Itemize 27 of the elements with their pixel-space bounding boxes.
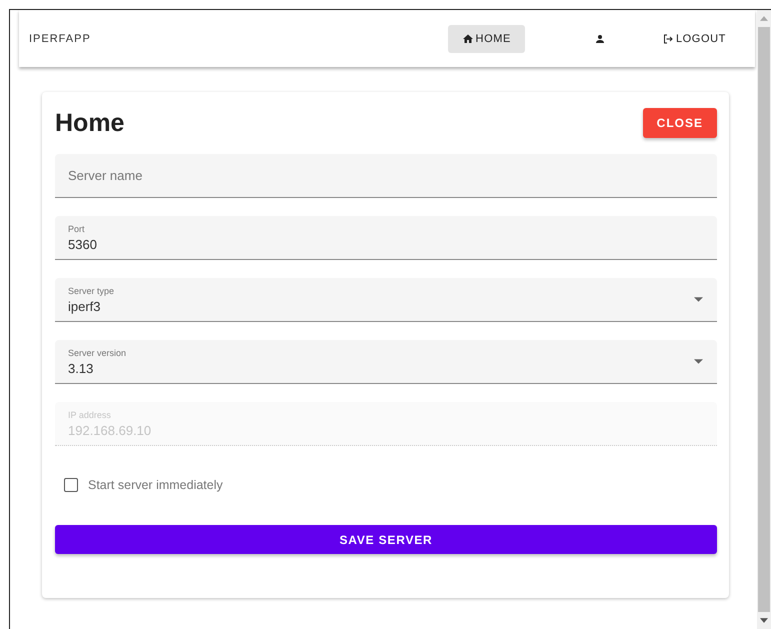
dropdown-caret-icon [694, 297, 703, 302]
placeholder-text: Server name [68, 168, 144, 183]
field-value: iperf3 [68, 298, 102, 314]
input-field[interactable]: Server name [55, 154, 717, 198]
scrollbar-thumb[interactable] [758, 27, 770, 612]
checkbox-label: Start server immediately [88, 478, 223, 492]
logout-icon [662, 32, 674, 44]
checkbox[interactable] [64, 478, 78, 492]
field-value: 3.13 [68, 360, 94, 376]
scroll-down-icon[interactable] [760, 618, 768, 623]
field-value: 5360 [68, 236, 98, 252]
field-label: Port [68, 224, 86, 234]
field-label: Server version [68, 348, 128, 358]
select-field[interactable]: Server type iperf3 [55, 278, 717, 322]
input-field[interactable]: Port 5360 [55, 216, 717, 260]
dropdown-caret-icon [694, 359, 703, 364]
app-brand: IPERFAPP [29, 32, 91, 44]
person-icon [594, 32, 606, 44]
house-icon [462, 32, 474, 44]
page-title: Home [55, 108, 124, 138]
select-field[interactable]: Server version 3.13 [55, 340, 717, 384]
field-label: Server type [68, 286, 116, 296]
logout-button[interactable]: LOGOUT [652, 26, 735, 52]
save-server-button[interactable]: SAVE SERVER [55, 525, 717, 554]
home-nav-button[interactable]: HOME [448, 24, 525, 52]
close-button[interactable]: CLOSE [642, 108, 717, 138]
scrollbar[interactable] [757, 10, 771, 629]
